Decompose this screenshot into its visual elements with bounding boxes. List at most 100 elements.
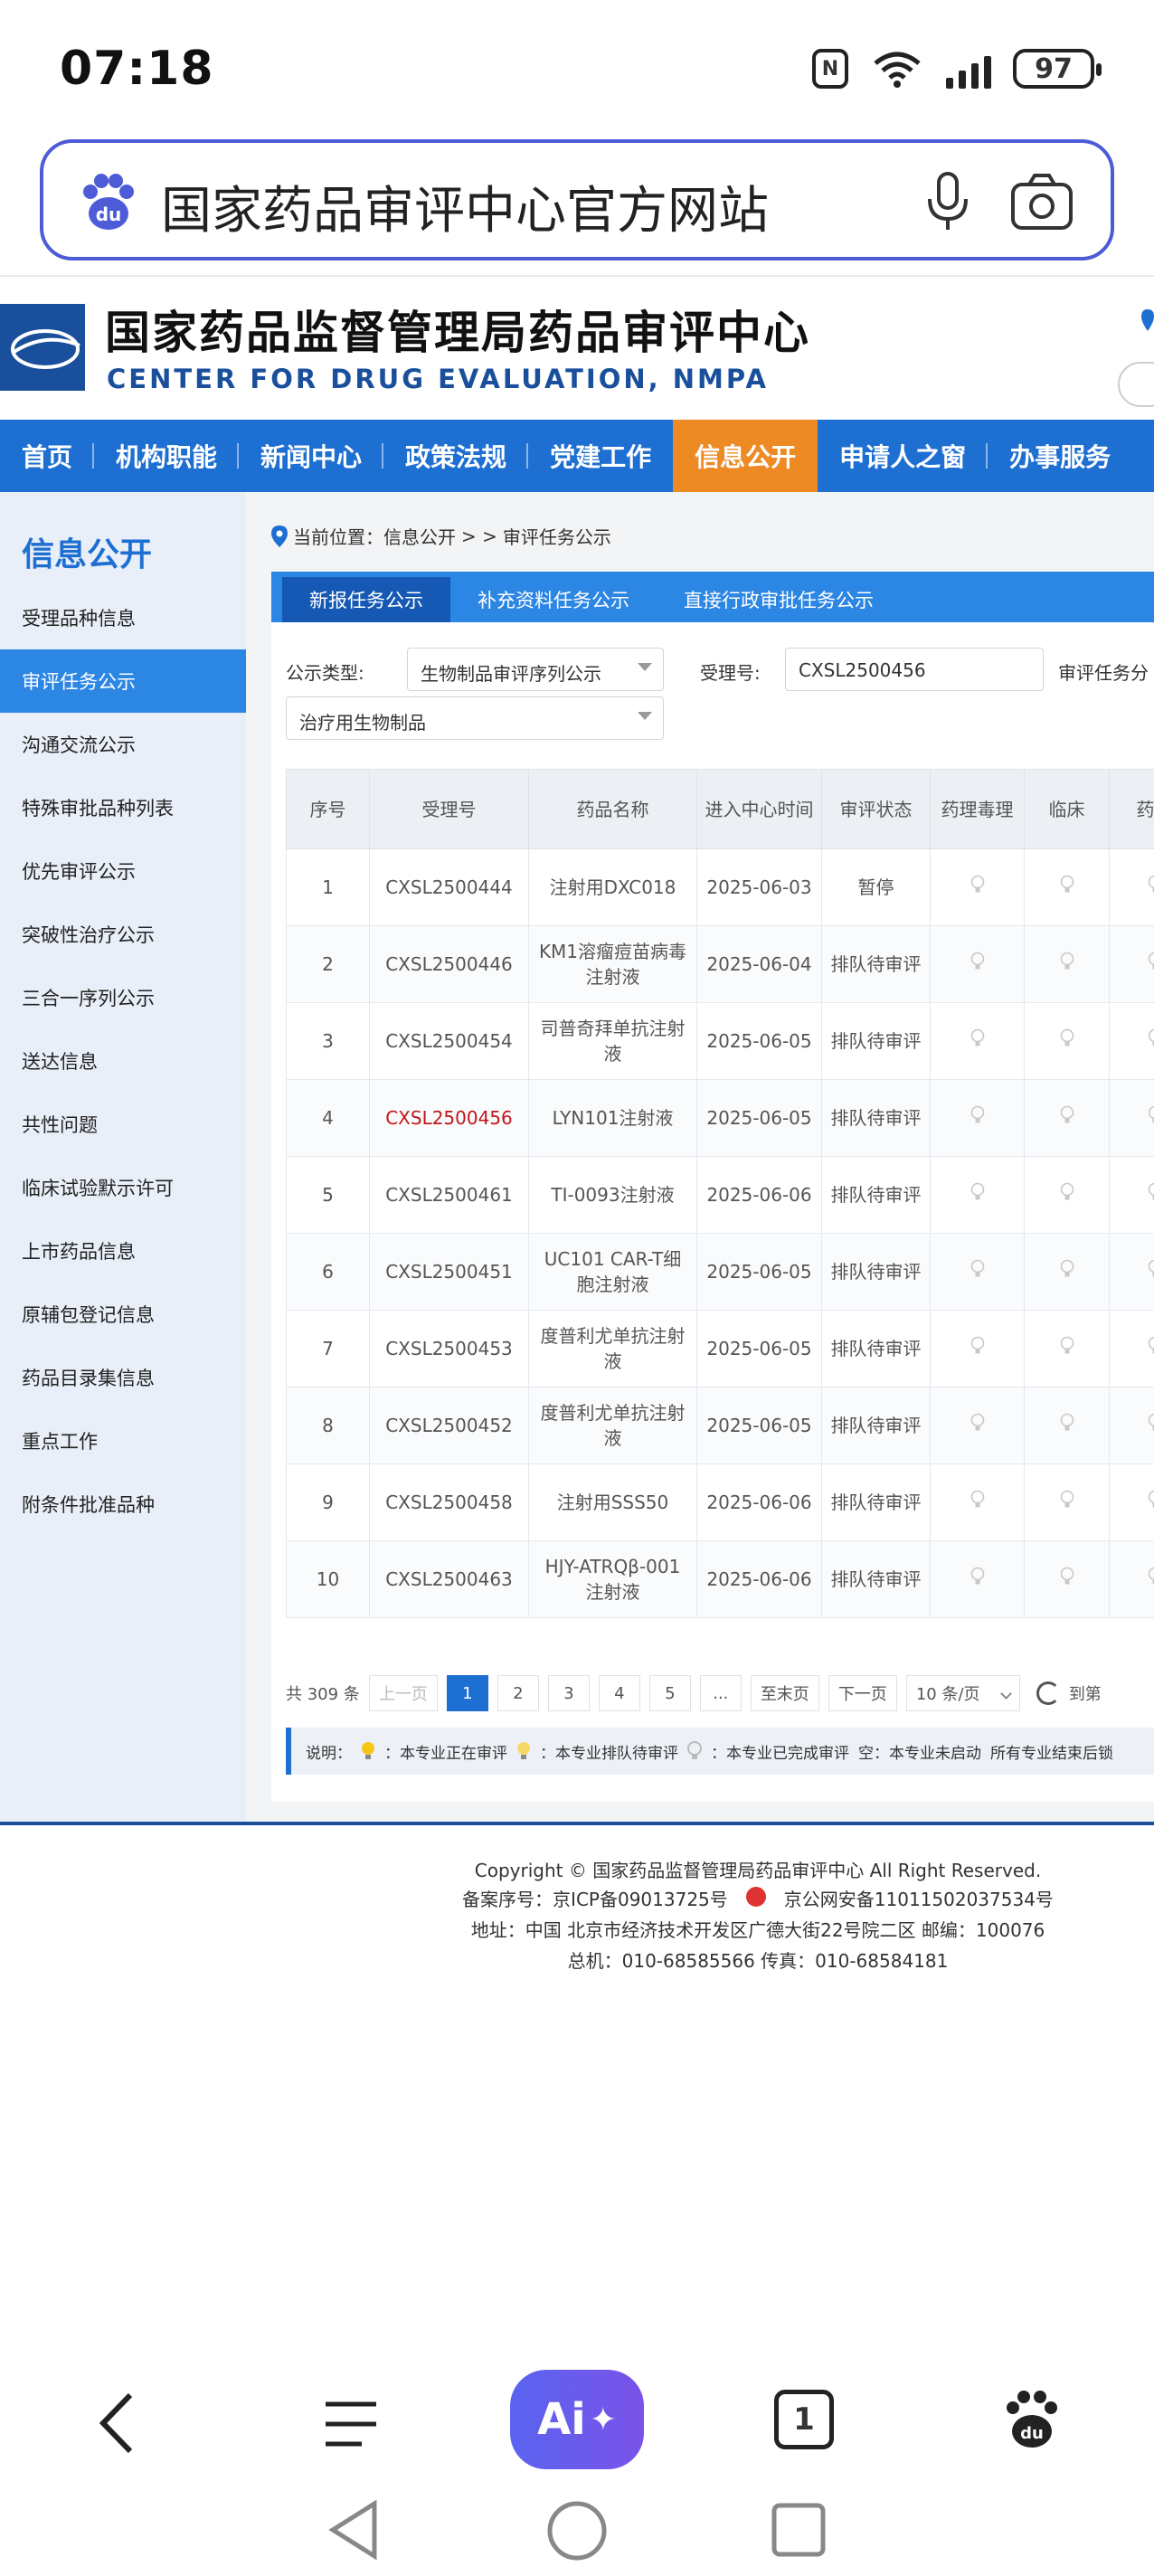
cell-status: 排队待审评 bbox=[821, 1310, 931, 1387]
nav-item-functions[interactable]: 机构职能 bbox=[94, 420, 240, 492]
header-search-icon[interactable] bbox=[1118, 362, 1154, 407]
cell-accept-no[interactable]: CXSL2500444 bbox=[369, 848, 529, 926]
cell-clinical bbox=[1024, 1233, 1110, 1311]
microphone-icon[interactable] bbox=[921, 170, 975, 233]
cell-date: 2025-06-06 bbox=[696, 1540, 822, 1618]
sidebar-item[interactable]: 送达信息 bbox=[0, 1029, 246, 1093]
cell-cmc bbox=[1109, 1540, 1154, 1618]
browser-search-bar[interactable]: du 国家药品审评中心官方网站 bbox=[40, 139, 1114, 260]
sidebar-item[interactable]: 附条件批准品种 bbox=[0, 1473, 246, 1536]
cell-cmc bbox=[1109, 925, 1154, 1003]
back-arrow-icon[interactable] bbox=[94, 2391, 139, 2455]
breadcrumb-current: 审评任务公示 bbox=[502, 526, 611, 548]
page-5-button[interactable]: 5 bbox=[648, 1675, 691, 1711]
ai-assistant-button[interactable]: Ai ✦ bbox=[510, 2370, 644, 2469]
sidebar-item[interactable]: 原辅包登记信息 bbox=[0, 1283, 246, 1346]
sidebar: 信息公开 受理品种信息 审评任务公示 沟通交流公示 特殊审批品种列表 优先审评公… bbox=[0, 492, 246, 1822]
sidebar-item[interactable]: 药品目录集信息 bbox=[0, 1346, 246, 1409]
cde-logo-icon[interactable] bbox=[0, 304, 85, 391]
page-4-button[interactable]: 4 bbox=[598, 1675, 640, 1711]
cell-accept-no[interactable]: CXSL2500446 bbox=[369, 925, 529, 1003]
tab-switcher-button[interactable]: 1 bbox=[774, 2390, 834, 2449]
cell-date: 2025-06-05 bbox=[696, 1310, 822, 1387]
next-page-button[interactable]: 下一页 bbox=[828, 1675, 897, 1711]
cell-date: 2025-06-05 bbox=[696, 1387, 822, 1464]
cell-status: 排队待审评 bbox=[821, 1156, 931, 1234]
bulb-gray-icon bbox=[970, 1259, 985, 1279]
sidebar-item[interactable]: 临床试验默示许可 bbox=[0, 1156, 246, 1219]
page-size-select[interactable]: 10 条/页 bbox=[905, 1675, 1020, 1711]
bulb-gray-icon bbox=[970, 1182, 985, 1202]
type-select-value: 生物制品审评序列公示 bbox=[421, 663, 601, 685]
sidebar-item[interactable]: 受理品种信息 bbox=[0, 586, 246, 649]
tab-supplement-tasks[interactable]: 补充资料任务公示 bbox=[450, 577, 657, 622]
tab-new-tasks[interactable]: 新报任务公示 bbox=[282, 577, 450, 622]
cell-accept-no[interactable]: CXSL2500454 bbox=[369, 1002, 529, 1080]
cell-clinical bbox=[1024, 1156, 1110, 1234]
cell-clinical bbox=[1024, 1079, 1110, 1157]
cell-accept-no[interactable]: CXSL2500456 bbox=[369, 1079, 529, 1157]
nav-item-party[interactable]: 党建工作 bbox=[528, 420, 673, 492]
cell-accept-no[interactable]: CXSL2500461 bbox=[369, 1156, 529, 1234]
sidebar-item[interactable]: 优先审评公示 bbox=[0, 839, 246, 903]
menu-icon[interactable] bbox=[322, 2399, 380, 2449]
sidebar-item[interactable]: 特殊审批品种列表 bbox=[0, 776, 246, 839]
legend-in-review: ：本专业正在审评 bbox=[384, 1744, 507, 1763]
cell-accept-no[interactable]: CXSL2500463 bbox=[369, 1540, 529, 1618]
table-row: 5 CXSL2500461 TI-0093注射液 2025-06-06 排队待审评 bbox=[286, 1156, 1154, 1234]
baidu-paw-icon[interactable]: du bbox=[1002, 2388, 1062, 2451]
search-query[interactable]: 国家药品审评中心官方网站 bbox=[161, 170, 769, 243]
nav-item-policy[interactable]: 政策法规 bbox=[383, 420, 529, 492]
cell-no: 7 bbox=[286, 1310, 370, 1387]
accept-no-input[interactable]: CXSL2500456 bbox=[785, 648, 1044, 691]
page-2-button[interactable]: 2 bbox=[497, 1675, 539, 1711]
footer-address: 地址：中国 北京市经济技术开发区广德大街22号院二区 邮编：100076 bbox=[470, 1919, 1045, 1941]
cell-date: 2025-06-05 bbox=[696, 1079, 822, 1157]
sidebar-item[interactable]: 上市药品信息 bbox=[0, 1219, 246, 1283]
sidebar-item[interactable]: 沟通交流公示 bbox=[0, 713, 246, 776]
cell-drug-name: LYN101注射液 bbox=[528, 1079, 697, 1157]
cell-pharmtox bbox=[930, 1002, 1025, 1080]
col-header-clinical: 临床 bbox=[1024, 769, 1110, 849]
cell-cmc bbox=[1109, 1310, 1154, 1387]
sidebar-item-active[interactable]: 审评任务公示 bbox=[0, 649, 246, 713]
nav-item-home[interactable]: 首页 bbox=[0, 420, 95, 492]
page-1-button[interactable]: 1 bbox=[446, 1675, 488, 1711]
svg-text:du: du bbox=[1020, 2424, 1044, 2443]
breadcrumb-prefix[interactable]: 当前位置：信息公开 bbox=[293, 523, 456, 549]
system-recents-icon[interactable] bbox=[771, 2502, 827, 2558]
breadcrumb: 当前位置：信息公开 > > 审评任务公示 bbox=[271, 523, 611, 549]
cell-accept-no[interactable]: CXSL2500452 bbox=[369, 1387, 529, 1464]
sidebar-item[interactable]: 三合一序列公示 bbox=[0, 966, 246, 1029]
sidebar-item[interactable]: 共性问题 bbox=[0, 1093, 246, 1156]
category-select[interactable]: 治疗用生物制品 bbox=[286, 696, 664, 740]
nav-item-applicant[interactable]: 申请人之窗 bbox=[818, 420, 988, 492]
footer-icp[interactable]: 备案序号：京ICP备09013725号 bbox=[462, 1885, 728, 1911]
nav-item-info-public[interactable]: 信息公开 bbox=[673, 420, 818, 492]
cell-clinical bbox=[1024, 1002, 1110, 1080]
nav-item-services[interactable]: 办事服务 bbox=[988, 420, 1132, 492]
footer-police[interactable]: 京公网安备11011502037534号 bbox=[784, 1885, 1054, 1911]
system-back-icon[interactable] bbox=[327, 2500, 380, 2560]
status-icons: N 97 bbox=[812, 49, 1102, 89]
cell-accept-no[interactable]: CXSL2500451 bbox=[369, 1233, 529, 1311]
last-page-button[interactable]: 至末页 bbox=[750, 1675, 819, 1711]
tab-direct-approval-tasks[interactable]: 直接行政审批任务公示 bbox=[657, 577, 901, 622]
sidebar-item[interactable]: 突破性治疗公示 bbox=[0, 903, 246, 966]
task-tabs: 新报任务公示 补充资料任务公示 直接行政审批任务公示 bbox=[271, 572, 1154, 622]
page-3-button[interactable]: 3 bbox=[547, 1675, 590, 1711]
type-select[interactable]: 生物制品审评序列公示 bbox=[407, 648, 664, 691]
page-ellipsis[interactable]: ... bbox=[699, 1675, 742, 1711]
cell-accept-no[interactable]: CXSL2500458 bbox=[369, 1463, 529, 1541]
col-header-drug-name: 药品名称 bbox=[528, 769, 697, 849]
cell-accept-no[interactable]: CXSL2500453 bbox=[369, 1310, 529, 1387]
legend-done: ：本专业已完成审评 bbox=[711, 1744, 849, 1763]
cell-clinical bbox=[1024, 1387, 1110, 1464]
total-count: 共 309 条 bbox=[286, 1685, 360, 1704]
sidebar-item[interactable]: 重点工作 bbox=[0, 1409, 246, 1473]
system-home-icon[interactable] bbox=[546, 2500, 608, 2562]
prev-page-button[interactable]: 上一页 bbox=[368, 1675, 438, 1711]
camera-icon[interactable] bbox=[1009, 172, 1074, 232]
refresh-icon[interactable] bbox=[1036, 1681, 1060, 1705]
nav-item-news[interactable]: 新闻中心 bbox=[239, 420, 384, 492]
